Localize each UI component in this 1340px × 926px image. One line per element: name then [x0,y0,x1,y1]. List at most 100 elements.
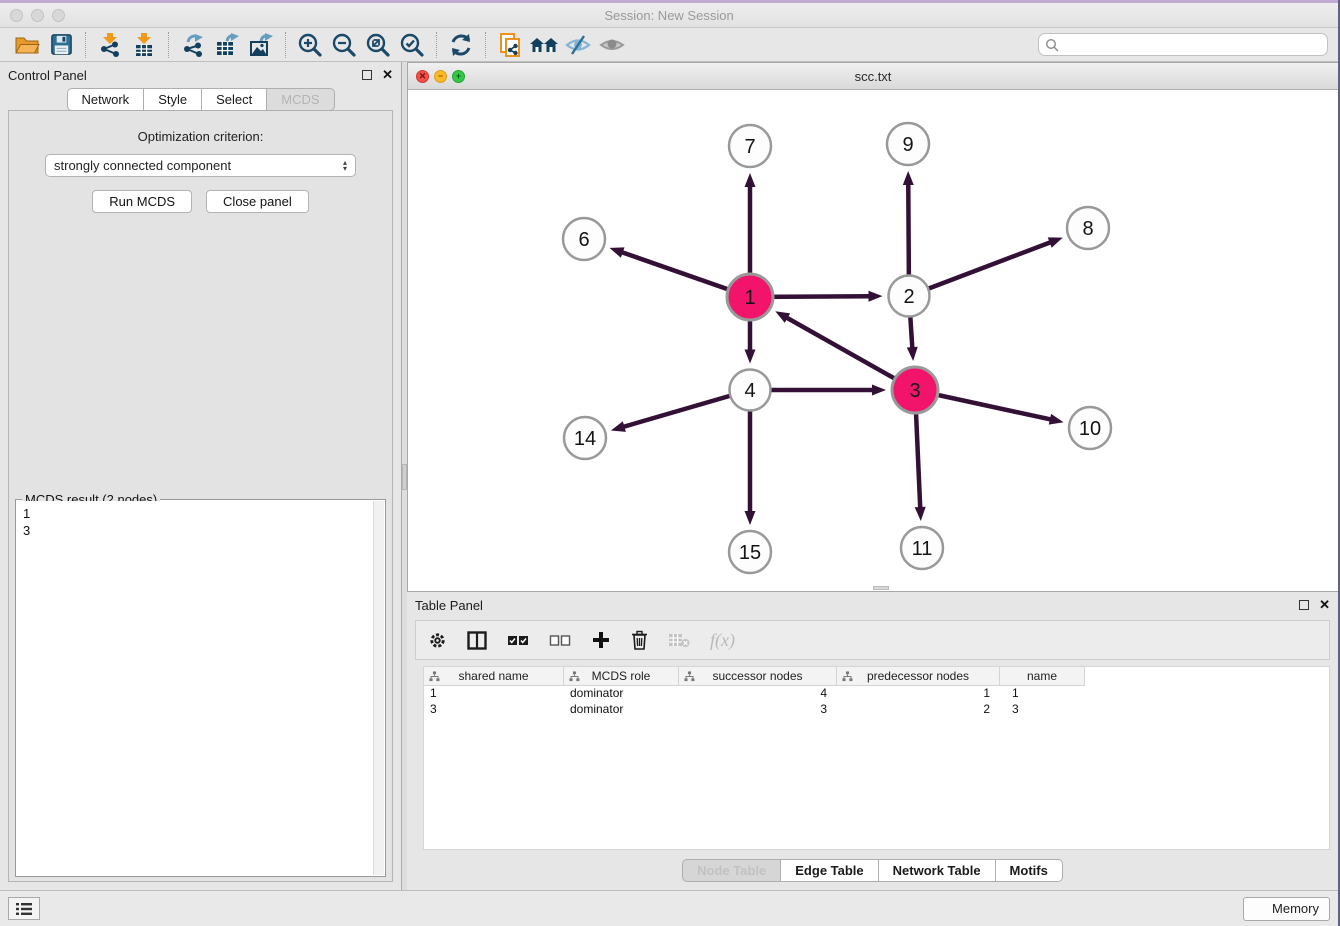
clone-network-icon[interactable] [493,30,527,60]
control-panel-tabs: Network Style Select MCDS [0,88,401,111]
tab-edge-table[interactable]: Edge Table [781,859,878,882]
node-table: shared name MCDS role successor nodes [423,666,1330,850]
graph-edge-arrowhead [745,173,756,187]
graph-edge-arrowhead [1049,414,1064,425]
column-header-successor-nodes[interactable]: successor nodes [679,667,837,686]
tab-style[interactable]: Style [144,88,202,111]
graph-node-label: 6 [578,229,589,251]
network-canvas[interactable]: 1234678910111415 [408,90,1338,591]
float-table-panel-icon[interactable] [1299,600,1309,610]
graph-node-label: 10 [1079,418,1101,440]
search-input[interactable] [1063,38,1321,52]
graph-edge-arrowhead [915,507,926,521]
graph-node-label: 2 [903,286,914,308]
column-tree-icon [842,671,853,682]
zoom-in-icon[interactable] [293,30,327,60]
close-panel-icon[interactable]: ✕ [382,70,393,80]
table-panel-title: Table Panel [415,598,483,613]
panel-splitter[interactable] [401,62,407,890]
column-tree-icon [684,671,695,682]
table-header-row: shared name MCDS role successor nodes [424,667,1329,686]
network-graph[interactable]: 1234678910111415 [408,90,1338,591]
tab-node-table[interactable]: Node Table [682,859,781,882]
column-header-name[interactable]: name [1000,667,1085,686]
column-header-mcds-role[interactable]: MCDS role [564,667,679,686]
close-table-panel-icon[interactable]: ✕ [1319,600,1330,610]
graph-edge-arrowhead [872,385,886,396]
cell-predecessor-nodes[interactable]: 2 [837,702,1000,718]
column-header-predecessor-nodes[interactable]: predecessor nodes [837,667,1000,686]
import-network-icon[interactable] [93,30,127,60]
float-panel-icon[interactable] [362,70,372,80]
table-row[interactable]: 3 dominator 3 2 3 [424,702,1329,718]
criterion-dropdown[interactable]: strongly connected component ▴▾ [45,154,356,177]
column-view-icon[interactable] [467,631,487,650]
save-session-icon[interactable] [44,30,78,60]
cell-successor-nodes[interactable]: 3 [679,702,837,718]
cell-name[interactable]: 3 [1000,702,1085,718]
graph-node-label: 4 [744,380,755,402]
zoom-out-icon[interactable] [327,30,361,60]
close-panel-button[interactable]: Close panel [206,190,309,213]
delete-column-icon[interactable] [631,630,648,650]
cell-mcds-role[interactable]: dominator [564,702,679,718]
function-builder-icon-disabled: f(x) [710,630,735,651]
cell-shared-name[interactable]: 3 [424,702,564,718]
memory-status-icon [1254,903,1266,915]
graph-edge-2-8[interactable] [909,242,1052,296]
export-table-icon[interactable] [210,30,244,60]
table-row[interactable]: 1 dominator 4 1 1 [424,686,1329,702]
app-title: Session: New Session [0,8,1338,23]
table-settings-gear-icon[interactable] [428,631,447,650]
network-view-window: ✕ − + scc.txt 1234678910111415 [407,62,1338,592]
cell-name[interactable]: 1 [1000,686,1085,702]
cell-mcds-role[interactable]: dominator [564,686,679,702]
cell-predecessor-nodes[interactable]: 1 [837,686,1000,702]
tab-mcds[interactable]: MCDS [267,88,334,111]
hide-selected-eye-icon[interactable] [561,30,595,60]
app-titlebar: Session: New Session [0,3,1338,28]
toolbar-separator [436,32,437,58]
export-network-icon[interactable] [176,30,210,60]
tab-motifs[interactable]: Motifs [996,859,1063,882]
result-scrollbar[interactable] [373,501,384,875]
main-toolbar [0,28,1338,62]
cell-shared-name[interactable]: 1 [424,686,564,702]
run-mcds-button[interactable]: Run MCDS [92,190,192,213]
list-icon [15,902,33,916]
search-field[interactable] [1038,33,1328,56]
mcds-result-text[interactable]: 1 3 [17,501,373,875]
graph-edge-arrowhead [609,247,624,257]
toolbar-separator [285,32,286,58]
graph-edge-arrowhead [745,350,756,364]
toolbar-separator [85,32,86,58]
graph-edge-arrowhead [907,347,918,361]
application-window: Session: New Session [0,0,1340,926]
toolbar-separator [168,32,169,58]
canvas-resize-handle[interactable] [873,586,889,590]
network-window-title: scc.txt [408,69,1338,84]
graph-edge-arrowhead [775,311,790,323]
tab-network-table[interactable]: Network Table [879,859,996,882]
open-session-icon[interactable] [10,30,44,60]
show-all-eye-icon[interactable] [595,30,629,60]
refresh-view-icon[interactable] [444,30,478,60]
zoom-fit-icon[interactable] [361,30,395,60]
memory-button[interactable]: Memory [1243,897,1330,921]
zoom-selected-icon[interactable] [395,30,429,60]
graph-node-label: 14 [574,428,596,450]
tab-select[interactable]: Select [202,88,267,111]
cell-successor-nodes[interactable]: 4 [679,686,837,702]
import-table-icon[interactable] [127,30,161,60]
column-header-shared-name[interactable]: shared name [424,667,564,686]
graph-node-label: 3 [909,380,920,402]
splitter-handle-icon[interactable] [402,464,407,490]
select-all-icon[interactable] [507,634,529,647]
control-panel: Control Panel ✕ Network Style Select MCD… [0,62,401,890]
add-column-icon[interactable] [591,630,611,650]
tab-network[interactable]: Network [67,88,145,111]
export-image-icon[interactable] [244,30,278,60]
task-history-button[interactable] [8,897,40,920]
networks-home-icon[interactable] [527,30,561,60]
deselect-all-icon[interactable] [549,634,571,647]
